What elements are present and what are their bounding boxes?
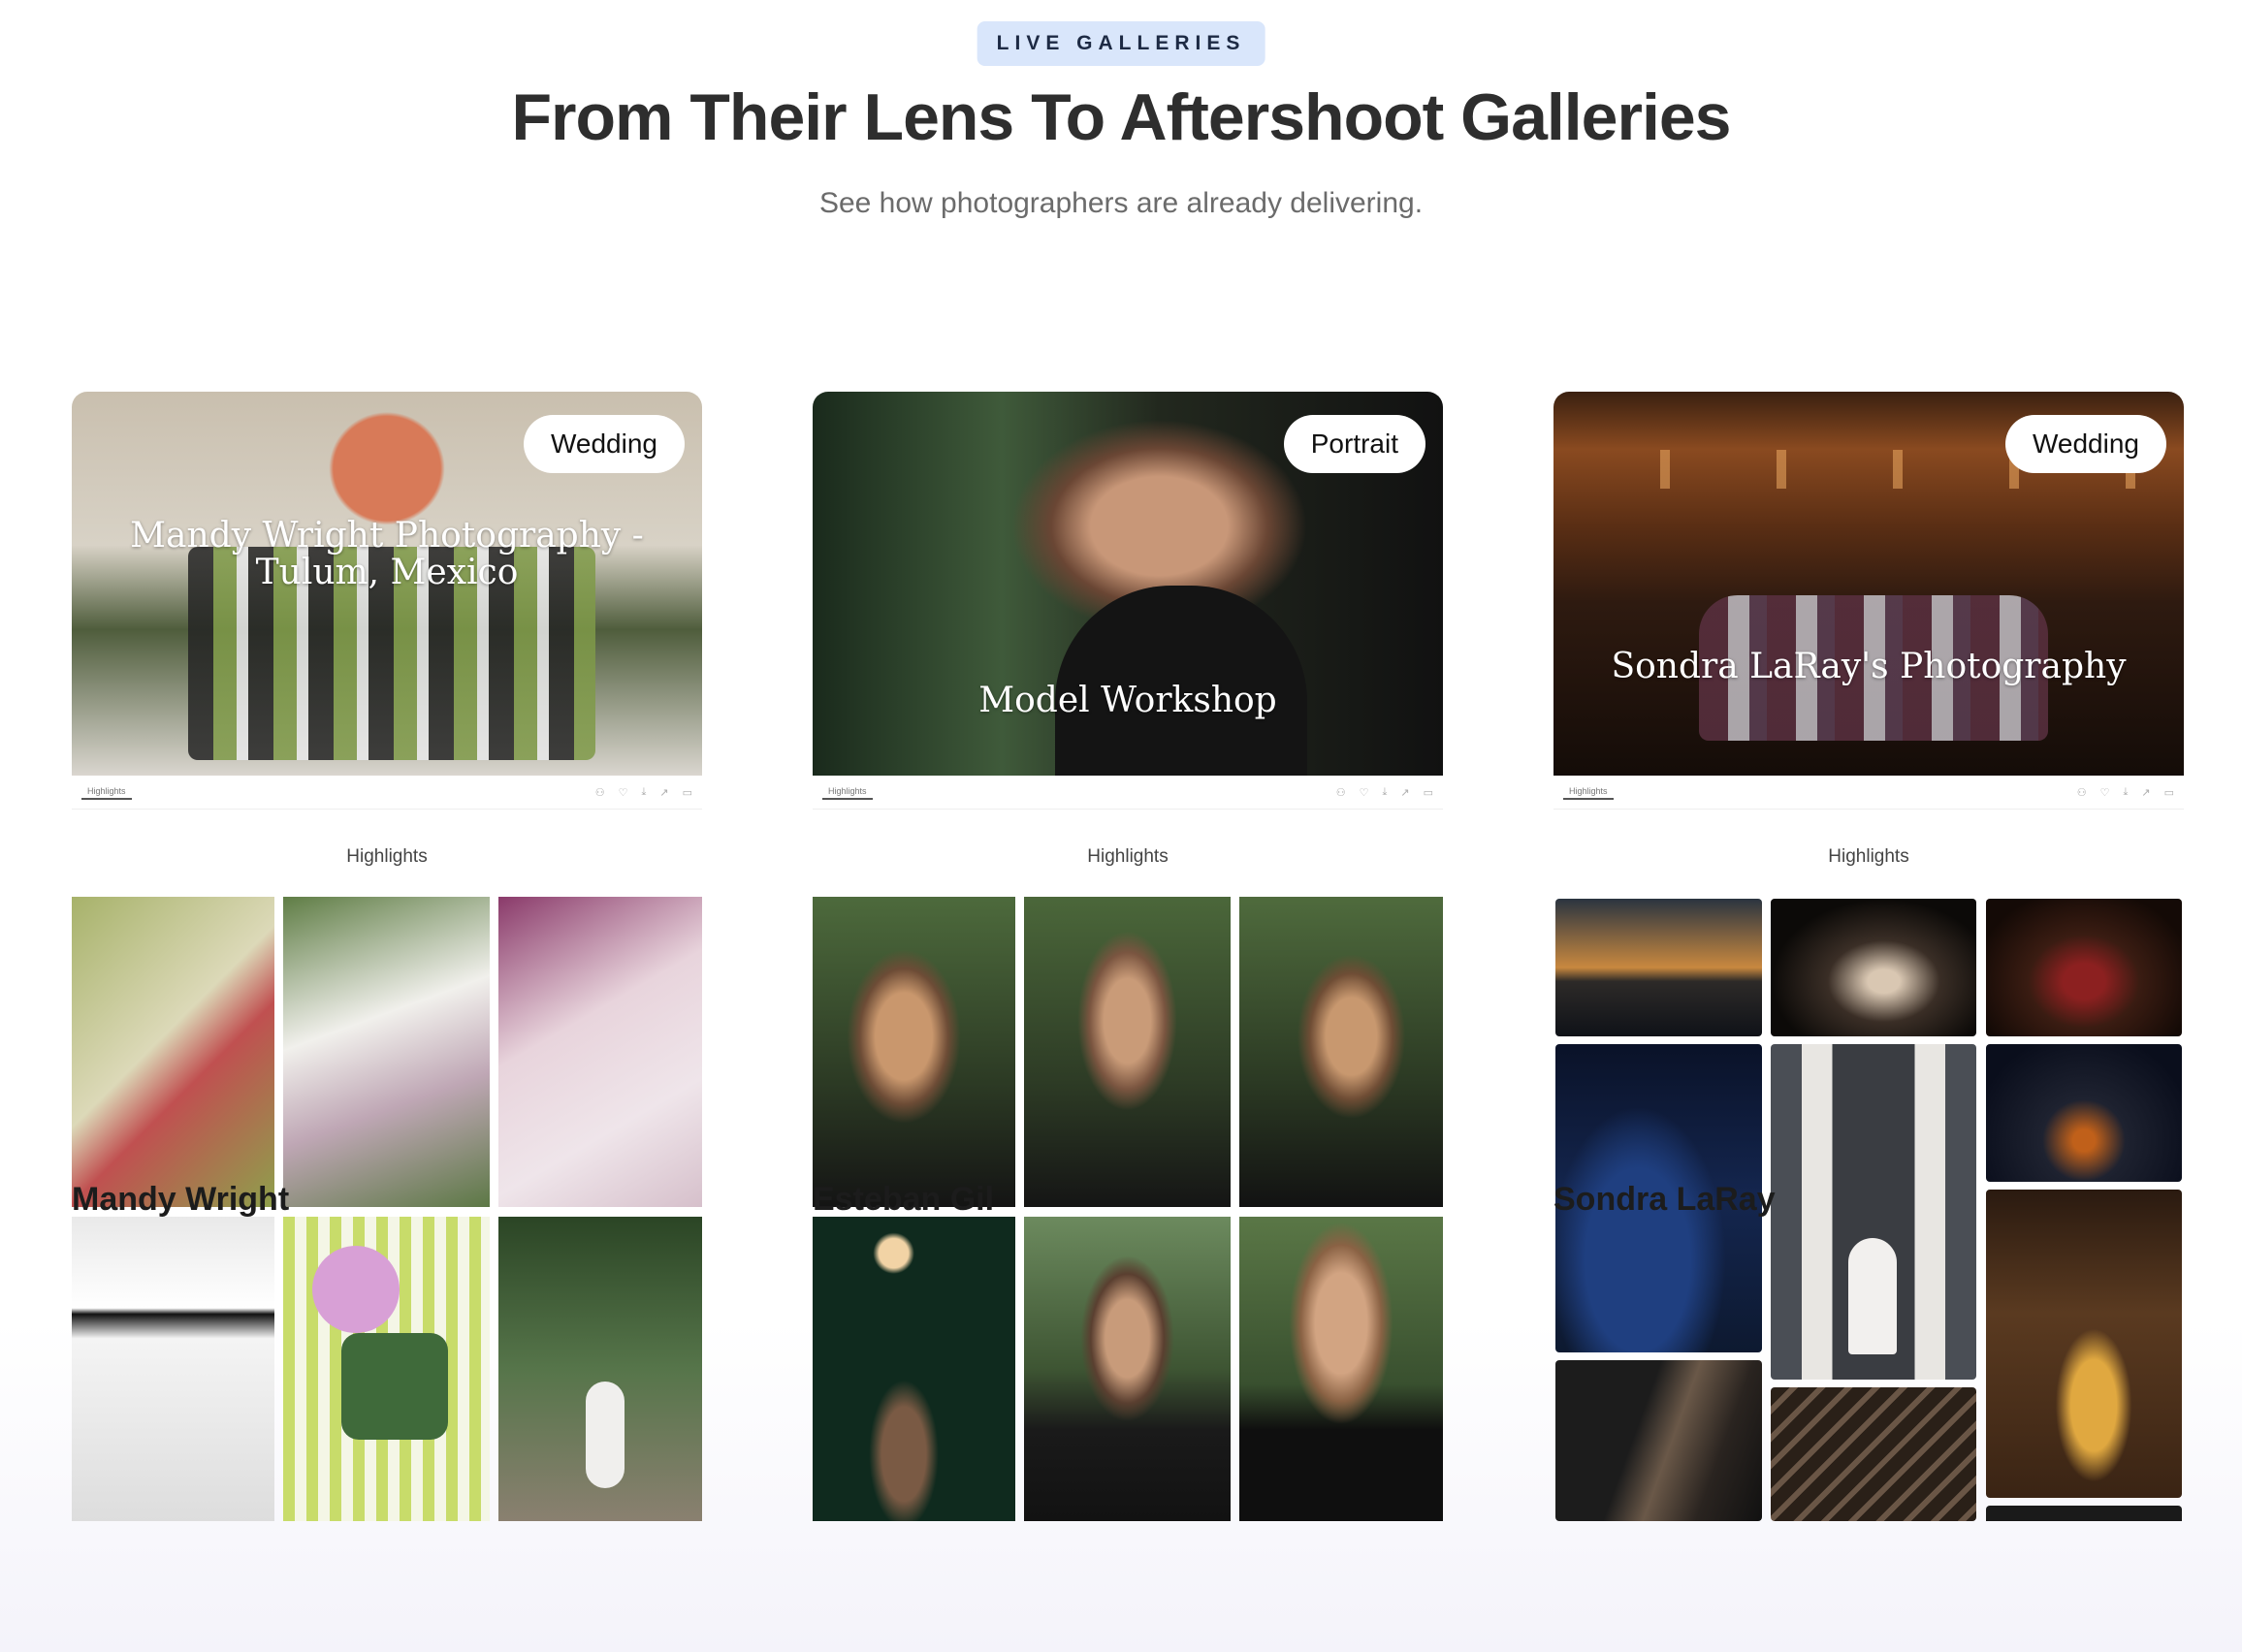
download-icon[interactable]: ⤓: [1383, 786, 1388, 799]
photo-tile[interactable]: [1986, 1506, 2182, 1521]
gallery-card-sondra-laray[interactable]: Sondra LaRay's Photography Wedding Highl…: [1553, 392, 2184, 1521]
section-title: From Their Lens To Aftershoot Galleries: [511, 80, 1732, 154]
section-eyebrow: LIVE GALLERIES: [977, 21, 1265, 66]
cover-title: Sondra LaRay's Photography: [1611, 647, 2127, 686]
photo-tile[interactable]: [498, 897, 702, 1207]
photo-tile[interactable]: [283, 1217, 490, 1521]
photo-tile[interactable]: [1771, 1387, 1976, 1521]
photo-tile[interactable]: [1771, 1044, 1976, 1380]
photo-tile[interactable]: [72, 1217, 274, 1521]
tab-highlights[interactable]: Highlights: [1563, 784, 1614, 800]
photo-tile[interactable]: [1555, 1360, 1762, 1521]
photo-tile[interactable]: [283, 897, 490, 1207]
photo-tile[interactable]: [1024, 1217, 1231, 1521]
highlights-label: Highlights: [1828, 846, 1909, 867]
cover-title: Model Workshop: [978, 681, 1277, 720]
photo-tile[interactable]: [813, 897, 1015, 1207]
section-subtitle: See how photographers are already delive…: [818, 187, 1424, 219]
tab-highlights[interactable]: Highlights: [81, 784, 132, 800]
photo-tile[interactable]: [72, 897, 274, 1207]
comment-icon[interactable]: ▭: [2164, 786, 2174, 799]
photo-tile[interactable]: [1239, 1217, 1443, 1521]
category-badge: Wedding: [2004, 415, 2166, 473]
share-icon[interactable]: ↗: [1400, 786, 1409, 799]
photo-tile[interactable]: [1239, 897, 1443, 1207]
gallery-toolbar: Highlights ⚇ ♡ ⤓ ↗ ▭: [1553, 776, 2184, 810]
photo-tile[interactable]: [1986, 1190, 2182, 1498]
toolbar-icons: ⚇ ♡ ⤓ ↗ ▭: [1336, 786, 1433, 799]
photo-tile[interactable]: [1986, 899, 2182, 1036]
photo-tile[interactable]: [1771, 899, 1976, 1036]
heart-icon[interactable]: ♡: [619, 786, 628, 799]
gallery-cover-image[interactable]: Model Workshop Portrait: [813, 392, 1443, 776]
download-icon[interactable]: ⤓: [642, 786, 647, 799]
category-badge: Wedding: [523, 415, 685, 473]
photo-tile[interactable]: [1024, 897, 1231, 1207]
highlights-label: Highlights: [346, 846, 428, 867]
gallery-toolbar: Highlights ⚇ ♡ ⤓ ↗ ▭: [813, 776, 1443, 810]
toolbar-icons: ⚇ ♡ ⤓ ↗ ▭: [2077, 786, 2174, 799]
comment-icon[interactable]: ▭: [1424, 786, 1433, 799]
photographer-name[interactable]: Sondra LaRay: [1553, 1181, 1776, 1219]
heart-icon[interactable]: ♡: [1360, 786, 1369, 799]
photo-tile[interactable]: [1986, 1044, 2182, 1182]
category-badge: Portrait: [1283, 415, 1425, 473]
photo-tile[interactable]: [1555, 899, 1762, 1036]
photographer-name[interactable]: Esteban Gil: [813, 1181, 994, 1219]
tab-highlights[interactable]: Highlights: [822, 784, 873, 800]
gallery-card-esteban-gil[interactable]: Model Workshop Portrait Highlights ⚇ ♡ ⤓…: [813, 392, 1443, 1521]
people-icon[interactable]: ⚇: [1336, 786, 1346, 799]
photo-tile[interactable]: [498, 1217, 702, 1521]
photo-tile[interactable]: [813, 1217, 1015, 1521]
gallery-toolbar: Highlights ⚇ ♡ ⤓ ↗ ▭: [72, 776, 702, 810]
share-icon[interactable]: ↗: [2141, 786, 2150, 799]
photographer-name[interactable]: Mandy Wright: [72, 1181, 289, 1219]
download-icon[interactable]: ⤓: [2124, 786, 2129, 799]
people-icon[interactable]: ⚇: [595, 786, 605, 799]
toolbar-icons: ⚇ ♡ ⤓ ↗ ▭: [595, 786, 692, 799]
comment-icon[interactable]: ▭: [683, 786, 692, 799]
highlights-label: Highlights: [1087, 846, 1169, 867]
cover-title: Mandy Wright Photography - Tulum, Mexico: [130, 516, 644, 592]
gallery-cover-image[interactable]: Mandy Wright Photography - Tulum, Mexico…: [72, 392, 702, 776]
heart-icon[interactable]: ♡: [2100, 786, 2110, 799]
gallery-card-mandy-wright[interactable]: Mandy Wright Photography - Tulum, Mexico…: [72, 392, 702, 1521]
gallery-cover-image[interactable]: Sondra LaRay's Photography Wedding: [1553, 392, 2184, 776]
people-icon[interactable]: ⚇: [2077, 786, 2087, 799]
share-icon[interactable]: ↗: [659, 786, 668, 799]
